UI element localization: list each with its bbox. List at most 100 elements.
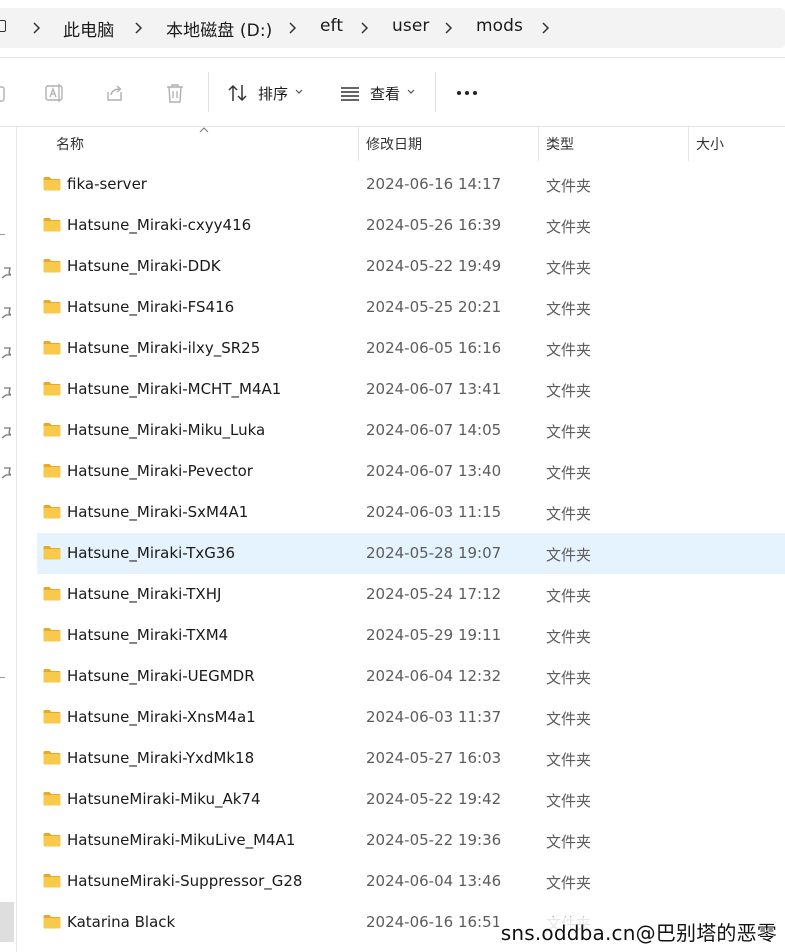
column-header-name[interactable]: 名称 <box>56 134 84 154</box>
file-name[interactable]: Hatsune_Miraki-UEGMDR <box>67 667 255 685</box>
folder-icon <box>43 464 61 478</box>
breadcrumb-mods[interactable]: mods <box>476 16 523 36</box>
file-name[interactable]: Hatsune_Miraki-FS416 <box>67 298 234 316</box>
file-row[interactable]: Hatsune_Miraki-DDK 2024-05-22 19:49 文件夹 <box>37 246 785 287</box>
column-resize-handle[interactable] <box>538 127 539 161</box>
breadcrumb-user[interactable]: user <box>392 16 429 36</box>
file-modified-date: 2024-05-27 16:03 <box>366 749 502 767</box>
file-row[interactable]: Hatsune_Miraki-TXHJ 2024-05-24 17:12 文件夹 <box>37 574 785 615</box>
pin-icon[interactable] <box>1 387 11 399</box>
file-row[interactable]: Hatsune_Miraki-FS416 2024-05-25 20:21 文件夹 <box>37 287 785 328</box>
chevron-right-icon[interactable] <box>131 19 147 37</box>
navigation-pane[interactable] <box>0 127 17 952</box>
share-icon[interactable] <box>104 82 126 104</box>
column-header-type[interactable]: 类型 <box>546 134 574 154</box>
rename-icon[interactable] <box>44 82 66 104</box>
file-row[interactable]: HatsuneMiraki-Miku_Ak74 2024-05-22 19:42 文… <box>37 779 785 820</box>
file-modified-date: 2024-06-07 13:41 <box>366 380 502 398</box>
file-name[interactable]: Hatsune_Miraki-TXM4 <box>67 626 228 644</box>
file-name[interactable]: Hatsune_Miraki-YxdMk18 <box>67 749 254 767</box>
file-name[interactable]: Hatsune_Miraki-TXHJ <box>67 585 221 603</box>
file-name[interactable]: fika-server <box>67 175 147 193</box>
pin-icon[interactable] <box>1 307 11 319</box>
breadcrumb-this-pc[interactable]: 此电脑 <box>63 16 114 41</box>
delete-icon[interactable] <box>164 82 186 104</box>
folder-icon <box>43 546 61 560</box>
file-type: 文件夹 <box>546 300 592 318</box>
chevron-right-icon[interactable] <box>441 19 457 37</box>
file-type: 文件夹 <box>546 382 592 400</box>
file-name[interactable]: Hatsune_Miraki-XnsM4a1 <box>67 708 256 726</box>
file-name[interactable]: Hatsune_Miraki-Miku_Luka <box>67 421 265 439</box>
chevron-right-icon[interactable] <box>357 19 373 37</box>
file-row[interactable]: Hatsune_Miraki-MCHT_M4A1 2024-06-07 13:41… <box>37 369 785 410</box>
file-row[interactable]: Hatsune_Miraki-cxyy416 2024-05-26 16:39 文件… <box>37 205 785 246</box>
file-row[interactable]: Hatsune_Miraki-Miku_Luka 2024-06-07 14:05… <box>37 410 785 451</box>
file-row[interactable]: Hatsune_Miraki-YxdMk18 2024-05-27 16:03 文件… <box>37 738 785 779</box>
file-modified-date: 2024-06-07 14:05 <box>366 421 502 439</box>
column-resize-handle[interactable] <box>358 127 359 161</box>
file-row[interactable]: fika-server 2024-06-16 14:17 文件夹 <box>37 164 785 205</box>
file-row[interactable]: Hatsune_Miraki-XnsM4a1 2024-06-03 11:37 文件… <box>37 697 785 738</box>
file-name[interactable]: HatsuneMiraki-Suppressor_G28 <box>67 872 302 890</box>
file-row[interactable]: Hatsune_Miraki-SxM4A1 2024-06-03 11:15 文件夹 <box>37 492 785 533</box>
file-modified-date: 2024-05-29 19:11 <box>366 626 502 644</box>
chevron-down-icon[interactable] <box>407 89 415 95</box>
file-name[interactable]: Hatsune_Miraki-Pevector <box>67 462 253 480</box>
file-row[interactable]: Hatsune_Miraki-TXM4 2024-05-29 19:11 文件夹 <box>37 615 785 656</box>
chevron-right-icon[interactable] <box>285 19 301 37</box>
folder-icon <box>43 505 61 519</box>
file-modified-date: 2024-05-24 17:12 <box>366 585 502 603</box>
breadcrumb-drive-d[interactable]: 本地磁盘 (D:) <box>166 16 272 41</box>
column-header-date[interactable]: 修改日期 <box>366 134 422 154</box>
file-row[interactable]: Hatsune_Miraki-TxG36 2024-05-28 19:07 文件夹 <box>37 533 785 574</box>
folder-icon <box>43 669 61 683</box>
chevron-right-icon[interactable] <box>538 19 554 37</box>
file-name[interactable]: Hatsune_Miraki-MCHT_M4A1 <box>67 380 281 398</box>
copy-icon[interactable] <box>0 82 10 104</box>
file-name[interactable]: HatsuneMiraki-MikuLive_M4A1 <box>67 831 295 849</box>
file-row[interactable]: HatsuneMiraki-MikuLive_M4A1 2024-05-22 19… <box>37 820 785 861</box>
file-type: 文件夹 <box>546 218 592 236</box>
file-row[interactable]: Hatsune_Miraki-ilxy_SR25 2024-06-05 16:16… <box>37 328 785 369</box>
pin-icon[interactable] <box>1 467 11 479</box>
file-name[interactable]: Hatsune_Miraki-TxG36 <box>67 544 235 562</box>
chevron-down-icon[interactable] <box>295 89 303 95</box>
sort-icon[interactable] <box>227 82 249 104</box>
folder-icon <box>43 423 61 437</box>
file-modified-date: 2024-06-16 16:51 <box>366 913 502 931</box>
address-bar[interactable]: 此电脑 本地磁盘 (D:) eft user mods <box>0 0 785 57</box>
file-name[interactable]: Hatsune_Miraki-cxyy416 <box>67 216 251 234</box>
file-name[interactable]: Hatsune_Miraki-SxM4A1 <box>67 503 248 521</box>
file-modified-date: 2024-05-26 16:39 <box>366 216 502 234</box>
more-options-icon[interactable] <box>456 90 478 96</box>
file-type: 文件夹 <box>546 587 592 605</box>
pin-icon[interactable] <box>1 347 11 359</box>
pin-icon[interactable] <box>1 427 11 439</box>
sort-button[interactable]: 排序 <box>258 83 288 104</box>
file-name[interactable]: Hatsune_Miraki-ilxy_SR25 <box>67 339 260 357</box>
column-resize-handle[interactable] <box>688 127 689 161</box>
chevron-right-icon[interactable] <box>29 19 45 37</box>
file-name[interactable]: HatsuneMiraki-Miku_Ak74 <box>67 790 261 808</box>
file-name[interactable]: Katarina Black <box>67 913 175 931</box>
view-icon[interactable] <box>339 82 361 104</box>
address-bar-field[interactable]: 此电脑 本地磁盘 (D:) eft user mods <box>0 8 785 48</box>
nav-separator <box>0 677 5 678</box>
toolbar-divider <box>435 72 436 112</box>
column-header-size[interactable]: 大小 <box>696 134 724 154</box>
pin-icon[interactable] <box>1 267 11 279</box>
folder-icon <box>43 833 61 847</box>
file-modified-date: 2024-05-22 19:36 <box>366 831 502 849</box>
nav-separator <box>0 234 5 235</box>
file-type: 文件夹 <box>546 505 592 523</box>
file-name[interactable]: Hatsune_Miraki-DDK <box>67 257 221 275</box>
nav-scrollbar[interactable] <box>0 902 14 942</box>
view-button[interactable]: 查看 <box>370 83 400 104</box>
file-row[interactable]: Hatsune_Miraki-Pevector 2024-06-07 13:40 文… <box>37 451 785 492</box>
toolbar-divider <box>208 72 209 112</box>
file-modified-date: 2024-05-28 19:07 <box>366 544 502 562</box>
file-row[interactable]: HatsuneMiraki-Suppressor_G28 2024-06-04 1… <box>37 861 785 902</box>
file-row[interactable]: Hatsune_Miraki-UEGMDR 2024-06-04 12:32 文件夹 <box>37 656 785 697</box>
breadcrumb-eft[interactable]: eft <box>320 16 343 36</box>
